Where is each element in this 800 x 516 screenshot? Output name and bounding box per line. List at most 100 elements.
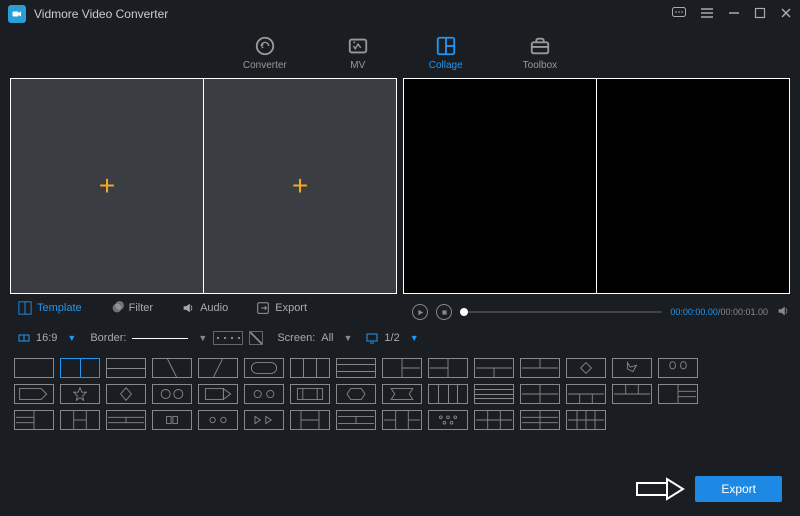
- play-button[interactable]: [412, 304, 428, 320]
- screen-value: All: [321, 332, 333, 344]
- template-item[interactable]: [382, 410, 422, 430]
- template-item[interactable]: [474, 410, 514, 430]
- template-item[interactable]: [14, 384, 54, 404]
- pager[interactable]: 1/2 ▼: [366, 332, 418, 344]
- tab-mv-label: MV: [350, 60, 365, 71]
- tab-converter[interactable]: Converter: [243, 35, 287, 71]
- template-item[interactable]: [336, 384, 376, 404]
- chevron-down-icon: ▼: [67, 333, 76, 343]
- template-item[interactable]: [520, 410, 560, 430]
- template-item[interactable]: [520, 384, 560, 404]
- option-audio-label: Audio: [200, 302, 228, 314]
- border-style-selector[interactable]: [132, 338, 188, 339]
- template-item[interactable]: [290, 358, 330, 378]
- chevron-down-icon: ▼: [198, 333, 207, 343]
- chevron-down-icon: ▼: [344, 333, 353, 343]
- template-item[interactable]: [244, 358, 284, 378]
- template-item[interactable]: [290, 384, 330, 404]
- stop-button[interactable]: [436, 304, 452, 320]
- border-controls: Border: ▼: [90, 331, 263, 345]
- progress-bar[interactable]: [460, 311, 662, 313]
- filter-icon: [110, 301, 124, 315]
- export-button[interactable]: Export: [695, 476, 782, 502]
- close-icon[interactable]: [780, 7, 792, 22]
- volume-button[interactable]: [776, 304, 790, 321]
- template-item[interactable]: [428, 384, 468, 404]
- template-item[interactable]: [658, 384, 698, 404]
- export-icon: [256, 301, 270, 315]
- tab-collage-label: Collage: [429, 60, 463, 71]
- chevron-down-icon: ▼: [410, 333, 419, 343]
- template-item[interactable]: [428, 410, 468, 430]
- option-filter-label: Filter: [129, 302, 153, 314]
- main-tabs: Converter MV Collage Toolbox: [0, 28, 800, 78]
- monitor-icon: [366, 332, 378, 344]
- feedback-icon[interactable]: [672, 7, 686, 22]
- collage-editor: + +: [10, 78, 397, 294]
- mv-icon: [347, 35, 369, 57]
- template-item[interactable]: [106, 384, 146, 404]
- template-item[interactable]: [566, 358, 606, 378]
- add-icon: +: [99, 170, 115, 202]
- progress-handle[interactable]: [460, 308, 468, 316]
- template-item[interactable]: [474, 384, 514, 404]
- converter-icon: [254, 35, 276, 57]
- aspect-ratio-value: 16:9: [36, 332, 57, 344]
- window-controls: [672, 7, 792, 22]
- tab-collage[interactable]: Collage: [429, 35, 463, 71]
- template-item[interactable]: [566, 410, 606, 430]
- collage-slot-1[interactable]: +: [11, 79, 204, 293]
- time-duration: 00:00:01.00: [720, 307, 768, 317]
- option-tab-template[interactable]: Template: [18, 301, 82, 315]
- collage-icon: [435, 35, 457, 57]
- template-item[interactable]: [658, 358, 698, 378]
- template-item[interactable]: [198, 384, 238, 404]
- tab-mv[interactable]: MV: [347, 35, 369, 71]
- template-item[interactable]: [474, 358, 514, 378]
- template-item[interactable]: [152, 410, 192, 430]
- template-item[interactable]: [244, 410, 284, 430]
- ratio-icon: [18, 332, 30, 344]
- menu-icon[interactable]: [700, 7, 714, 22]
- template-item[interactable]: [198, 410, 238, 430]
- maximize-icon[interactable]: [754, 7, 766, 22]
- template-item[interactable]: [106, 358, 146, 378]
- option-tab-audio[interactable]: Audio: [181, 301, 228, 315]
- template-item[interactable]: [382, 358, 422, 378]
- template-item[interactable]: [336, 410, 376, 430]
- template-item[interactable]: [336, 358, 376, 378]
- template-item[interactable]: [152, 358, 192, 378]
- collage-slot-2[interactable]: +: [204, 79, 396, 293]
- template-item[interactable]: [60, 410, 100, 430]
- template-item[interactable]: [14, 410, 54, 430]
- template-item[interactable]: [198, 358, 238, 378]
- template-item[interactable]: [14, 358, 54, 378]
- tab-converter-label: Converter: [243, 60, 287, 71]
- template-item[interactable]: [382, 384, 422, 404]
- template-item[interactable]: [60, 384, 100, 404]
- template-item[interactable]: [612, 384, 652, 404]
- tab-toolbox[interactable]: Toolbox: [523, 35, 557, 71]
- option-export-label: Export: [275, 302, 307, 314]
- template-item[interactable]: [106, 410, 146, 430]
- screen-selector[interactable]: Screen: All ▼: [277, 332, 352, 344]
- template-icon: [18, 301, 32, 315]
- template-item[interactable]: [152, 384, 192, 404]
- template-item[interactable]: [612, 358, 652, 378]
- option-tab-export[interactable]: Export: [256, 301, 307, 315]
- template-item[interactable]: [566, 384, 606, 404]
- tab-toolbox-label: Toolbox: [523, 60, 557, 71]
- template-item[interactable]: [244, 384, 284, 404]
- toolbox-icon: [529, 35, 551, 57]
- aspect-ratio-selector[interactable]: 16:9 ▼: [18, 332, 76, 344]
- border-color-selector[interactable]: [213, 331, 243, 345]
- template-item[interactable]: [520, 358, 560, 378]
- border-label: Border:: [90, 332, 126, 344]
- minimize-icon[interactable]: [728, 7, 740, 22]
- template-item[interactable]: [290, 410, 330, 430]
- template-item[interactable]: [60, 358, 100, 378]
- border-pattern-selector[interactable]: [249, 331, 263, 345]
- template-item[interactable]: [428, 358, 468, 378]
- option-tab-filter[interactable]: Filter: [110, 301, 153, 315]
- camera-icon: [11, 8, 23, 20]
